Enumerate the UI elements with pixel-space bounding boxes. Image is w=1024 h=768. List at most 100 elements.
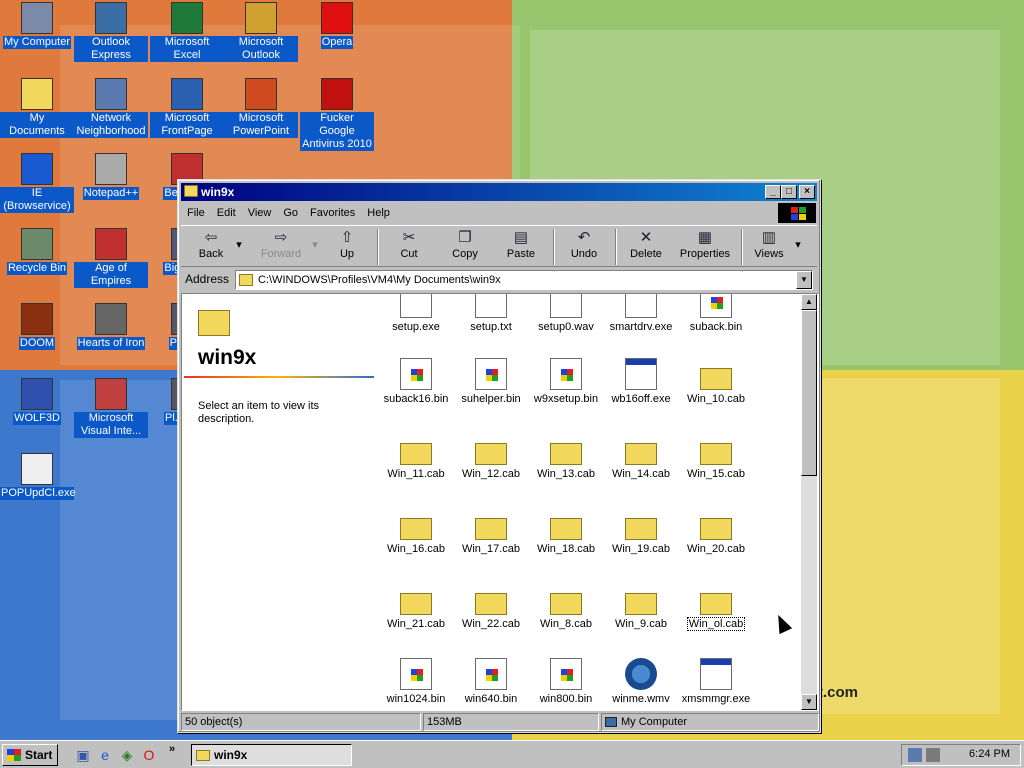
file-item[interactable]: Win_15.cab xyxy=(678,433,754,480)
file-item[interactable]: win800.bin xyxy=(528,658,604,705)
cab-file-icon xyxy=(550,518,582,540)
clock[interactable]: 6:24 PM xyxy=(969,748,1010,760)
desktop-icon-microsoft-excel[interactable]: Microsoft Excel xyxy=(150,2,224,62)
file-item[interactable]: Win_16.cab xyxy=(378,508,454,555)
desktop-icon-outlook-express[interactable]: Outlook Express xyxy=(74,2,148,62)
file-item[interactable]: win640.bin xyxy=(453,658,529,705)
close-button[interactable]: × xyxy=(799,185,815,199)
forward-button[interactable]: ⇨ Forward xyxy=(251,228,311,266)
network-tray-icon[interactable] xyxy=(908,748,922,762)
file-item[interactable]: Win_18.cab xyxy=(528,508,604,555)
address-dropdown-button[interactable]: ▼ xyxy=(796,271,812,289)
properties-button[interactable]: ▦ Properties xyxy=(673,228,737,266)
desktop-icon-microsoft-powerpoint[interactable]: Microsoft PowerPoint xyxy=(224,78,298,138)
paste-button[interactable]: ▤ Paste xyxy=(495,228,547,266)
desktop-icon-recycle-bin[interactable]: Recycle Bin xyxy=(0,228,74,275)
file-item[interactable]: wb16off.exe xyxy=(603,358,679,405)
file-name: Win_9.cab xyxy=(615,618,667,630)
file-name: setup0.wav xyxy=(538,321,594,333)
file-item[interactable]: winme.wmv xyxy=(603,658,679,705)
copy-button[interactable]: ❐ Copy xyxy=(439,228,491,266)
file-item[interactable]: Win_12.cab xyxy=(453,433,529,480)
toolbar-separator xyxy=(741,229,743,265)
desktop-icon-doom[interactable]: DOOM xyxy=(0,303,74,350)
delete-button[interactable]: ✕ Delete xyxy=(621,228,671,266)
undo-button[interactable]: ↶ Undo xyxy=(559,228,609,266)
views-icon: ▥ xyxy=(761,229,777,246)
menu-go[interactable]: Go xyxy=(277,203,304,223)
powerpoint-icon xyxy=(245,78,277,110)
menu-help[interactable]: Help xyxy=(361,203,396,223)
vertical-scrollbar[interactable]: ▲ ▼ xyxy=(801,294,817,710)
file-item[interactable]: smartdrv.exe xyxy=(603,294,679,333)
file-item[interactable]: xmsmmgr.exe xyxy=(678,658,754,705)
cut-button[interactable]: ✂ Cut xyxy=(385,228,433,266)
start-button[interactable]: Start xyxy=(2,744,58,766)
desktop-icon-ie-browservice[interactable]: IE (Browservice) xyxy=(0,153,74,213)
scroll-down-button[interactable]: ▼ xyxy=(801,694,817,710)
desktop-icon-microsoft-outlook[interactable]: Microsoft Outlook xyxy=(224,2,298,62)
file-item[interactable]: Win_11.cab xyxy=(378,433,454,480)
file-item[interactable]: Win_17.cab xyxy=(453,508,529,555)
desktop-icon-microsoft-visual-inte[interactable]: Microsoft Visual Inte... xyxy=(74,378,148,438)
scroll-up-button[interactable]: ▲ xyxy=(801,294,817,310)
desktop-icon-fucker-google-antivirus-2010[interactable]: Fucker Google Antivirus 2010 xyxy=(300,78,374,151)
file-item[interactable]: Win_10.cab xyxy=(678,358,754,405)
desktop-icon-label: My Computer xyxy=(2,36,72,49)
desktop-icon-my-computer[interactable]: My Computer xyxy=(0,2,74,49)
file-item[interactable]: suhelper.bin xyxy=(453,358,529,405)
file-item[interactable]: Win_9.cab xyxy=(603,583,679,630)
settings-tray-icon[interactable] xyxy=(926,748,940,762)
opera-icon[interactable]: O xyxy=(140,746,158,764)
scroll-thumb[interactable] xyxy=(801,310,817,476)
file-name: Win_11.cab xyxy=(387,468,445,480)
desktop-icon-wolf3d[interactable]: WOLF3D xyxy=(0,378,74,425)
minimize-button[interactable]: _ xyxy=(765,185,781,199)
file-item[interactable]: Win_19.cab xyxy=(603,508,679,555)
up-button[interactable]: ⇧ Up xyxy=(325,228,369,266)
wav-file-icon xyxy=(550,294,582,318)
explorer-window[interactable]: win9x _ □ × File Edit View Go Favorites Help … xyxy=(177,179,821,733)
channels-icon[interactable]: ◈ xyxy=(118,746,136,764)
desktop-icon-opera[interactable]: Opera xyxy=(300,2,374,49)
address-field[interactable]: C:\WINDOWS\Profiles\VM4\My Documents\win… xyxy=(235,270,813,290)
desktop-icon-hearts-of-iron[interactable]: Hearts of Iron xyxy=(74,303,148,350)
status-object-count: 50 object(s) xyxy=(181,713,421,731)
file-name: suhelper.bin xyxy=(461,393,521,405)
menu-favorites[interactable]: Favorites xyxy=(304,203,361,223)
desktop-icon-notepad[interactable]: Notepad++ xyxy=(74,153,148,200)
desktop-icon-age-of-empires[interactable]: Age of Empires xyxy=(74,228,148,288)
ie-icon[interactable]: e xyxy=(96,746,114,764)
desktop-icon-my-documents[interactable]: My Documents xyxy=(0,78,74,138)
menu-edit[interactable]: Edit xyxy=(211,203,242,223)
taskbar-button-win9x[interactable]: win9x xyxy=(191,744,352,766)
file-item[interactable]: setup0.wav xyxy=(528,294,604,333)
file-item[interactable]: Win_8.cab xyxy=(528,583,604,630)
file-item[interactable]: setup.txt xyxy=(453,294,529,333)
file-item[interactable]: Win_ol.cab xyxy=(678,583,754,631)
file-item[interactable]: win1024.bin xyxy=(378,658,454,705)
title-bar[interactable]: win9x _ □ × xyxy=(181,183,817,201)
file-item[interactable]: Win_22.cab xyxy=(453,583,529,630)
menu-file[interactable]: File xyxy=(181,203,211,223)
desktop-icon[interactable]: ▣ xyxy=(74,746,92,764)
file-item[interactable]: w9xsetup.bin xyxy=(528,358,604,405)
system-tray: 6:24 PM xyxy=(901,744,1021,766)
maximize-button[interactable]: □ xyxy=(781,185,797,199)
file-item[interactable]: Win_13.cab xyxy=(528,433,604,480)
desktop-icon-microsoft-frontpage[interactable]: Microsoft FrontPage xyxy=(150,78,224,138)
file-item[interactable]: Win_14.cab xyxy=(603,433,679,480)
views-button[interactable]: ▥ Views xyxy=(747,228,791,266)
quick-launch-more[interactable]: » xyxy=(169,743,175,755)
menu-view[interactable]: View xyxy=(242,203,278,223)
file-item[interactable]: suback16.bin xyxy=(378,358,454,405)
cab-file-icon xyxy=(625,443,657,465)
file-item[interactable]: Win_20.cab xyxy=(678,508,754,555)
file-item[interactable]: Win_21.cab xyxy=(378,583,454,630)
file-item[interactable]: suback.bin xyxy=(678,294,754,333)
file-item[interactable]: setup.exe xyxy=(378,294,454,333)
desktop-icon-network-neighborhood[interactable]: Network Neighborhood xyxy=(74,78,148,138)
desktop-icon-popupdcl-exe[interactable]: POPUpdCl.exe xyxy=(0,453,76,500)
back-button[interactable]: ⇦ Back xyxy=(187,228,235,266)
cab-file-icon xyxy=(400,593,432,615)
